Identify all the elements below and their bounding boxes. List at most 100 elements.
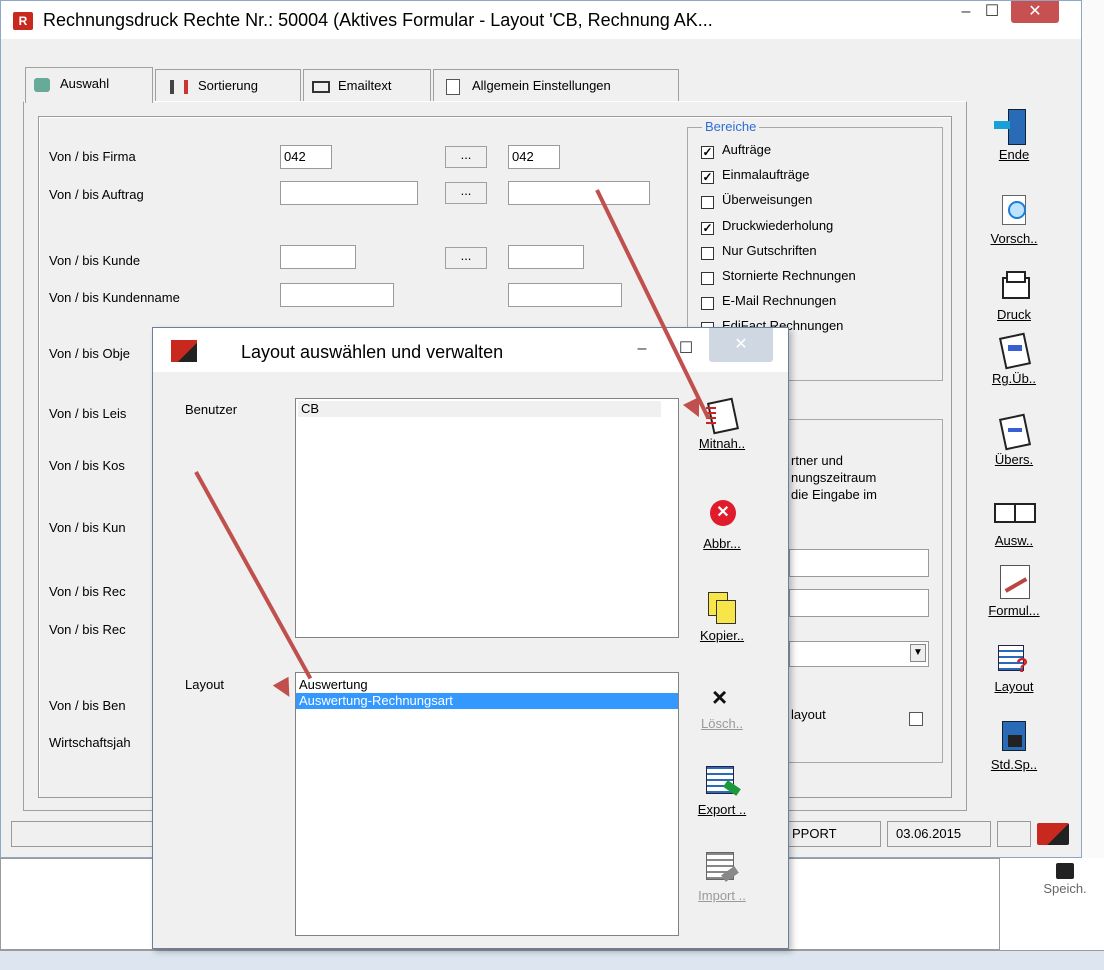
rec1-label: Von / bis Rec (49, 584, 126, 599)
checkbox[interactable]: ✓ (701, 221, 714, 235)
kunde-lookup-button[interactable]: ... (445, 247, 487, 269)
sidebar-button-label: Druck (997, 307, 1031, 322)
copy-icon (702, 590, 742, 626)
kundenname-to-input[interactable] (508, 283, 622, 307)
dialog-button-import[interactable]: Import .. (687, 850, 757, 903)
layout-dialog: Layout auswählen und verwalten – ☐ ✕ Ben… (152, 327, 789, 949)
checkbox[interactable] (701, 246, 714, 260)
tab-auswahl[interactable]: Auswahl (25, 67, 153, 103)
checkbox-label: E-Mail Rechnungen (722, 293, 837, 309)
options-dropdown[interactable]: ▼ (789, 641, 929, 667)
multi-printer-icon (994, 495, 1036, 531)
status-empty (997, 821, 1031, 847)
tab-allgemein-einstellungen[interactable]: Allgemein Einstellungen (433, 69, 679, 102)
checkbox-label: Stornierte Rechnungen (722, 268, 856, 283)
kundenname-from-input[interactable] (280, 283, 394, 307)
dialog-button-label: Kopier.. (699, 628, 745, 643)
dialog-close-button[interactable]: ✕ (709, 328, 773, 362)
auftrag-to-input[interactable] (508, 181, 650, 205)
dialog-title: Layout auswählen und verwalten (241, 342, 504, 362)
ben-label: Von / bis Ben (49, 698, 126, 713)
printer-icon (994, 269, 1034, 305)
kundenname-label: Von / bis Kundenname (49, 290, 180, 305)
sidebar-button-ende[interactable]: Ende (979, 109, 1049, 162)
sidebar-button-stdsp[interactable]: Std.Sp.. (979, 719, 1049, 772)
sidebar-button-rgüb[interactable]: Rg.Üb.. (979, 332, 1049, 386)
auftrag-lookup-button[interactable]: ... (445, 182, 487, 204)
checkbox-label: Einmalaufträge (722, 167, 810, 183)
rec2-label: Von / bis Rec (49, 622, 126, 637)
checkbox[interactable]: ✓ (701, 146, 714, 159)
app-icon: R (13, 12, 33, 30)
tab-emailtext[interactable]: Emailtext (303, 69, 431, 102)
benutzer-list[interactable]: CB (295, 398, 679, 638)
dialog-button-export[interactable]: Export .. (687, 764, 757, 817)
firma-label: Von / bis Firma (49, 149, 136, 164)
sidebar-button-formul[interactable]: Formul... (979, 565, 1049, 618)
tab-sortierung[interactable]: Sortierung (155, 69, 301, 102)
dialog-button-label: Abbr... (703, 536, 741, 551)
envelope-icon (312, 80, 330, 93)
kos-label: Von / bis Kos (49, 458, 125, 473)
list-item[interactable]: Auswertung (296, 677, 678, 693)
sidebar-button-layout[interactable]: ? Layout (979, 641, 1049, 694)
close-button[interactable]: ✕ (1011, 1, 1059, 23)
sidebar-button-label: Vorsch.. (990, 231, 1038, 246)
kunde-label: Von / bis Kunde (49, 253, 141, 268)
dialog-minimize-button[interactable]: – (629, 338, 655, 360)
pcs-logo-icon (171, 340, 197, 362)
status-date: 03.06.2015 (887, 821, 991, 847)
wirtschaft-label: Wirtschaftsjah (49, 735, 131, 750)
checkbox-label: Aufträge (722, 142, 772, 157)
dialog-button-abbr[interactable]: ✕ Abbr... (687, 498, 757, 551)
info-text-line3: die Eingabe im (791, 487, 877, 502)
objekt-label: Von / bis Obje (49, 346, 130, 361)
dialog-button-label: Lösch.. (701, 716, 743, 731)
layout-option-checkbox[interactable] (909, 712, 923, 726)
checkbox-label: Druckwiederholung (722, 217, 834, 233)
kunde-to-input[interactable] (508, 245, 584, 269)
layout-option-label: layout (791, 707, 826, 722)
kunde-from-input[interactable] (280, 245, 356, 269)
layout-grid-icon: ? (994, 641, 1034, 677)
dialog-button-lösch[interactable]: × Lösch.. (687, 678, 757, 731)
std-save-icon (994, 719, 1034, 755)
sidebar-button-übers[interactable]: Übers. (979, 413, 1049, 467)
window-title: Rechnungsdruck Rechte Nr.: 50004 (Aktive… (43, 10, 713, 30)
list-item[interactable]: CB (298, 401, 661, 417)
sidebar-button-label: Rg.Üb.. (991, 371, 1037, 386)
auftrag-label: Von / bis Auftrag (49, 187, 144, 202)
sidebar-button-vorsch[interactable]: Vorsch.. (979, 193, 1049, 246)
speich-button[interactable]: Speich. (1030, 863, 1100, 896)
delete-icon: × (712, 682, 728, 712)
sidebar-button-ausw[interactable]: Ausw.. (979, 495, 1049, 548)
firma-from-input[interactable]: 042 (280, 145, 332, 169)
firma-lookup-button[interactable]: ... (445, 146, 487, 168)
checkbox[interactable]: ✓ (701, 171, 714, 185)
checkbox[interactable] (701, 272, 714, 285)
chevron-down-icon: ▼ (910, 644, 926, 662)
checkbox-label: Nur Gutschriften (722, 242, 817, 258)
options-input-1[interactable] (789, 549, 929, 577)
dialog-button-kopier[interactable]: Kopier.. (687, 590, 757, 643)
sidebar-button-label: Ende (998, 147, 1030, 162)
title-bar: R Rechnungsdruck Rechte Nr.: 50004 (Akti… (1, 1, 1081, 39)
options-input-2[interactable] (789, 589, 929, 617)
form-icon (994, 565, 1034, 601)
invoice-transfer-icon (994, 332, 1034, 370)
dialog-button-label: Export .. (697, 802, 747, 817)
auftrag-from-input[interactable] (280, 181, 418, 205)
import-icon (702, 850, 742, 886)
minimize-button[interactable]: – (953, 1, 979, 23)
cancel-icon: ✕ (702, 498, 742, 534)
sort-icon (170, 79, 188, 94)
firma-to-input[interactable]: 042 (508, 145, 560, 169)
checkbox[interactable] (701, 196, 714, 210)
layout-list[interactable]: Auswertung Auswertung-Rechnungsart (295, 672, 679, 936)
maximize-button[interactable]: ☐ (979, 1, 1005, 23)
sidebar-button-label: Layout (994, 679, 1034, 694)
sidebar-button-druck[interactable]: Druck (979, 269, 1049, 322)
checkbox[interactable] (701, 297, 714, 311)
save-disk-icon (1056, 863, 1074, 879)
list-item-selected[interactable]: Auswertung-Rechnungsart (296, 693, 678, 709)
